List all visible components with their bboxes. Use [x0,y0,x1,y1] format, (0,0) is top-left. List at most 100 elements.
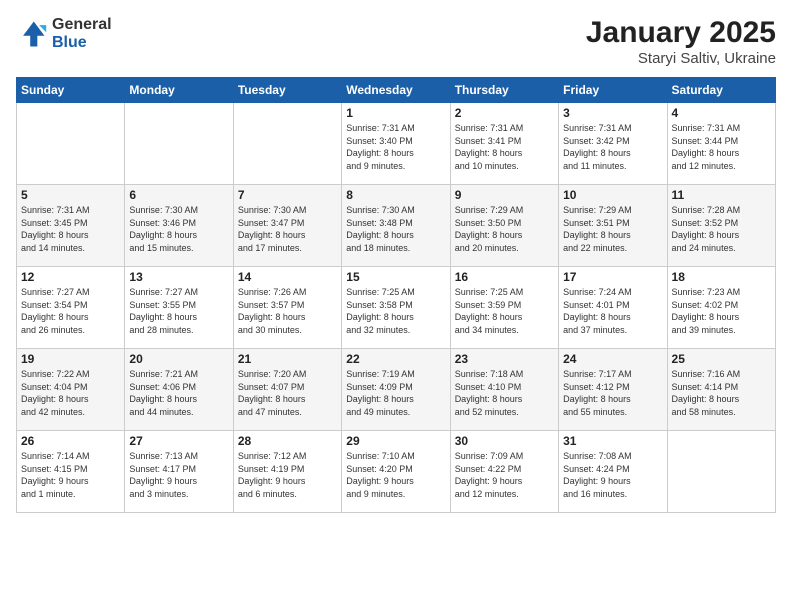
table-row: 8Sunrise: 7:30 AM Sunset: 3:48 PM Daylig… [342,185,450,267]
day-info: Sunrise: 7:22 AM Sunset: 4:04 PM Dayligh… [21,368,120,418]
table-row: 30 Sunrise: 7:09 AM Sunset: 4:22 PM Dayli… [450,431,558,513]
day-info: Sunrise: 7:14 AM Sunset: 4:15 PM Dayligh… [21,450,120,500]
day-number: 5 [21,188,120,202]
day-info: Sunrise: 7:09 AM Sunset: 4:22 PM Dayligh… [455,450,554,500]
header: General Blue January 2025 Staryi Saltiv,… [16,16,776,67]
day-number: 11 [672,188,771,202]
day-number: 27 [129,434,228,448]
location: Staryi Saltiv, Ukraine [586,50,776,67]
header-tuesday: Tuesday [233,78,341,103]
table-row: 20 Sunrise: 7:21 AM Sunset: 4:06 PM Dayli… [125,349,233,431]
day-number: 31 [563,434,662,448]
table-row: 6 Sunrise: 7:30 AM Sunset: 3:46 PM Daylig… [125,185,233,267]
day-info: Sunrise: 7:30 AM Sunset: 3:47 PM Dayligh… [238,204,337,254]
day-info: Sunrise: 7:28 AM Sunset: 3:52 PM Dayligh… [672,204,771,254]
day-info: Sunrise: 7:31 AM Sunset: 3:45 PM Dayligh… [21,204,120,254]
table-row: 24 Sunrise: 7:17 AM Sunset: 4:12 PM Dayli… [559,349,667,431]
table-row: 11 Sunrise: 7:28 AM Sunset: 3:52 PM Dayli… [667,185,775,267]
table-row: 27 Sunrise: 7:13 AM Sunset: 4:17 PM Dayli… [125,431,233,513]
day-info: Sunrise: 7:17 AM Sunset: 4:12 PM Dayligh… [563,368,662,418]
table-row: 28Sunrise: 7:12 AM Sunset: 4:19 PM Dayli… [233,431,341,513]
day-info: Sunrise: 7:31 AM Sunset: 3:42 PM Dayligh… [563,122,662,172]
day-info: Sunrise: 7:25 AM Sunset: 3:59 PM Dayligh… [455,286,554,336]
day-number: 10 [563,188,662,202]
day-number: 24 [563,352,662,366]
day-info: Sunrise: 7:18 AM Sunset: 4:10 PM Dayligh… [455,368,554,418]
day-number: 15 [346,270,445,284]
table-row: 13 Sunrise: 7:27 AM Sunset: 3:55 PM Dayli… [125,267,233,349]
table-row: 3Sunrise: 7:31 AM Sunset: 3:42 PM Daylig… [559,103,667,185]
day-info: Sunrise: 7:08 AM Sunset: 4:24 PM Dayligh… [563,450,662,500]
table-row: 26 Sunrise: 7:14 AM Sunset: 4:15 PM Dayli… [17,431,125,513]
day-info: Sunrise: 7:29 AM Sunset: 3:51 PM Dayligh… [563,204,662,254]
table-row: 18Sunrise: 7:23 AM Sunset: 4:02 PM Dayli… [667,267,775,349]
logo-general-text: General [52,16,112,34]
header-friday: Friday [559,78,667,103]
day-info: Sunrise: 7:16 AM Sunset: 4:14 PM Dayligh… [672,368,771,418]
table-row: 9 Sunrise: 7:29 AM Sunset: 3:50 PM Daylig… [450,185,558,267]
table-row: 23 Sunrise: 7:18 AM Sunset: 4:10 PM Dayli… [450,349,558,431]
day-info: Sunrise: 7:19 AM Sunset: 4:09 PM Dayligh… [346,368,445,418]
table-row [667,431,775,513]
day-number: 9 [455,188,554,202]
day-number: 14 [238,270,337,284]
day-number: 30 [455,434,554,448]
day-number: 1 [346,106,445,120]
day-number: 25 [672,352,771,366]
logo-icon [16,18,48,50]
table-row: 10 Sunrise: 7:29 AM Sunset: 3:51 PM Dayli… [559,185,667,267]
day-number: 21 [238,352,337,366]
day-number: 8 [346,188,445,202]
day-info: Sunrise: 7:27 AM Sunset: 3:54 PM Dayligh… [21,286,120,336]
logo: General Blue [16,16,112,51]
table-row: 29 Sunrise: 7:10 AM Sunset: 4:20 PM Dayli… [342,431,450,513]
day-info: Sunrise: 7:31 AM Sunset: 3:44 PM Dayligh… [672,122,771,172]
table-row: 4 Sunrise: 7:31 AM Sunset: 3:44 PM Daylig… [667,103,775,185]
day-info: Sunrise: 7:10 AM Sunset: 4:20 PM Dayligh… [346,450,445,500]
day-number: 29 [346,434,445,448]
day-info: Sunrise: 7:26 AM Sunset: 3:57 PM Dayligh… [238,286,337,336]
table-row: 31 Sunrise: 7:08 AM Sunset: 4:24 PM Dayli… [559,431,667,513]
table-row [17,103,125,185]
day-number: 13 [129,270,228,284]
header-saturday: Saturday [667,78,775,103]
day-info: Sunrise: 7:27 AM Sunset: 3:55 PM Dayligh… [129,286,228,336]
table-row: 12 Sunrise: 7:27 AM Sunset: 3:54 PM Dayli… [17,267,125,349]
calendar-week-row: 1Sunrise: 7:31 AM Sunset: 3:40 PM Daylig… [17,103,776,185]
day-info: Sunrise: 7:12 AM Sunset: 4:19 PM Dayligh… [238,450,337,500]
table-row: 7Sunrise: 7:30 AM Sunset: 3:47 PM Daylig… [233,185,341,267]
day-number: 20 [129,352,228,366]
table-row: 5 Sunrise: 7:31 AM Sunset: 3:45 PM Daylig… [17,185,125,267]
header-sunday: Sunday [17,78,125,103]
logo-blue-text: Blue [52,34,112,52]
table-row: 22Sunrise: 7:19 AM Sunset: 4:09 PM Dayli… [342,349,450,431]
day-number: 4 [672,106,771,120]
day-number: 23 [455,352,554,366]
calendar-header-row: Sunday Monday Tuesday Wednesday Thursday… [17,78,776,103]
calendar-week-row: 12 Sunrise: 7:27 AM Sunset: 3:54 PM Dayli… [17,267,776,349]
table-row: 15 Sunrise: 7:25 AM Sunset: 3:58 PM Dayli… [342,267,450,349]
header-wednesday: Wednesday [342,78,450,103]
day-number: 2 [455,106,554,120]
day-info: Sunrise: 7:30 AM Sunset: 3:46 PM Dayligh… [129,204,228,254]
day-number: 12 [21,270,120,284]
month-title: January 2025 [586,16,776,50]
table-row: 17Sunrise: 7:24 AM Sunset: 4:01 PM Dayli… [559,267,667,349]
header-thursday: Thursday [450,78,558,103]
day-info: Sunrise: 7:24 AM Sunset: 4:01 PM Dayligh… [563,286,662,336]
calendar-week-row: 19 Sunrise: 7:22 AM Sunset: 4:04 PM Dayli… [17,349,776,431]
day-info: Sunrise: 7:25 AM Sunset: 3:58 PM Dayligh… [346,286,445,336]
day-info: Sunrise: 7:13 AM Sunset: 4:17 PM Dayligh… [129,450,228,500]
day-info: Sunrise: 7:23 AM Sunset: 4:02 PM Dayligh… [672,286,771,336]
day-number: 6 [129,188,228,202]
day-number: 26 [21,434,120,448]
day-info: Sunrise: 7:21 AM Sunset: 4:06 PM Dayligh… [129,368,228,418]
table-row: 16Sunrise: 7:25 AM Sunset: 3:59 PM Dayli… [450,267,558,349]
calendar-week-row: 26 Sunrise: 7:14 AM Sunset: 4:15 PM Dayli… [17,431,776,513]
title-block: January 2025 Staryi Saltiv, Ukraine [586,16,776,67]
table-row [233,103,341,185]
table-row: 25 Sunrise: 7:16 AM Sunset: 4:14 PM Dayli… [667,349,775,431]
day-number: 19 [21,352,120,366]
day-info: Sunrise: 7:29 AM Sunset: 3:50 PM Dayligh… [455,204,554,254]
logo-text: General Blue [52,16,112,51]
